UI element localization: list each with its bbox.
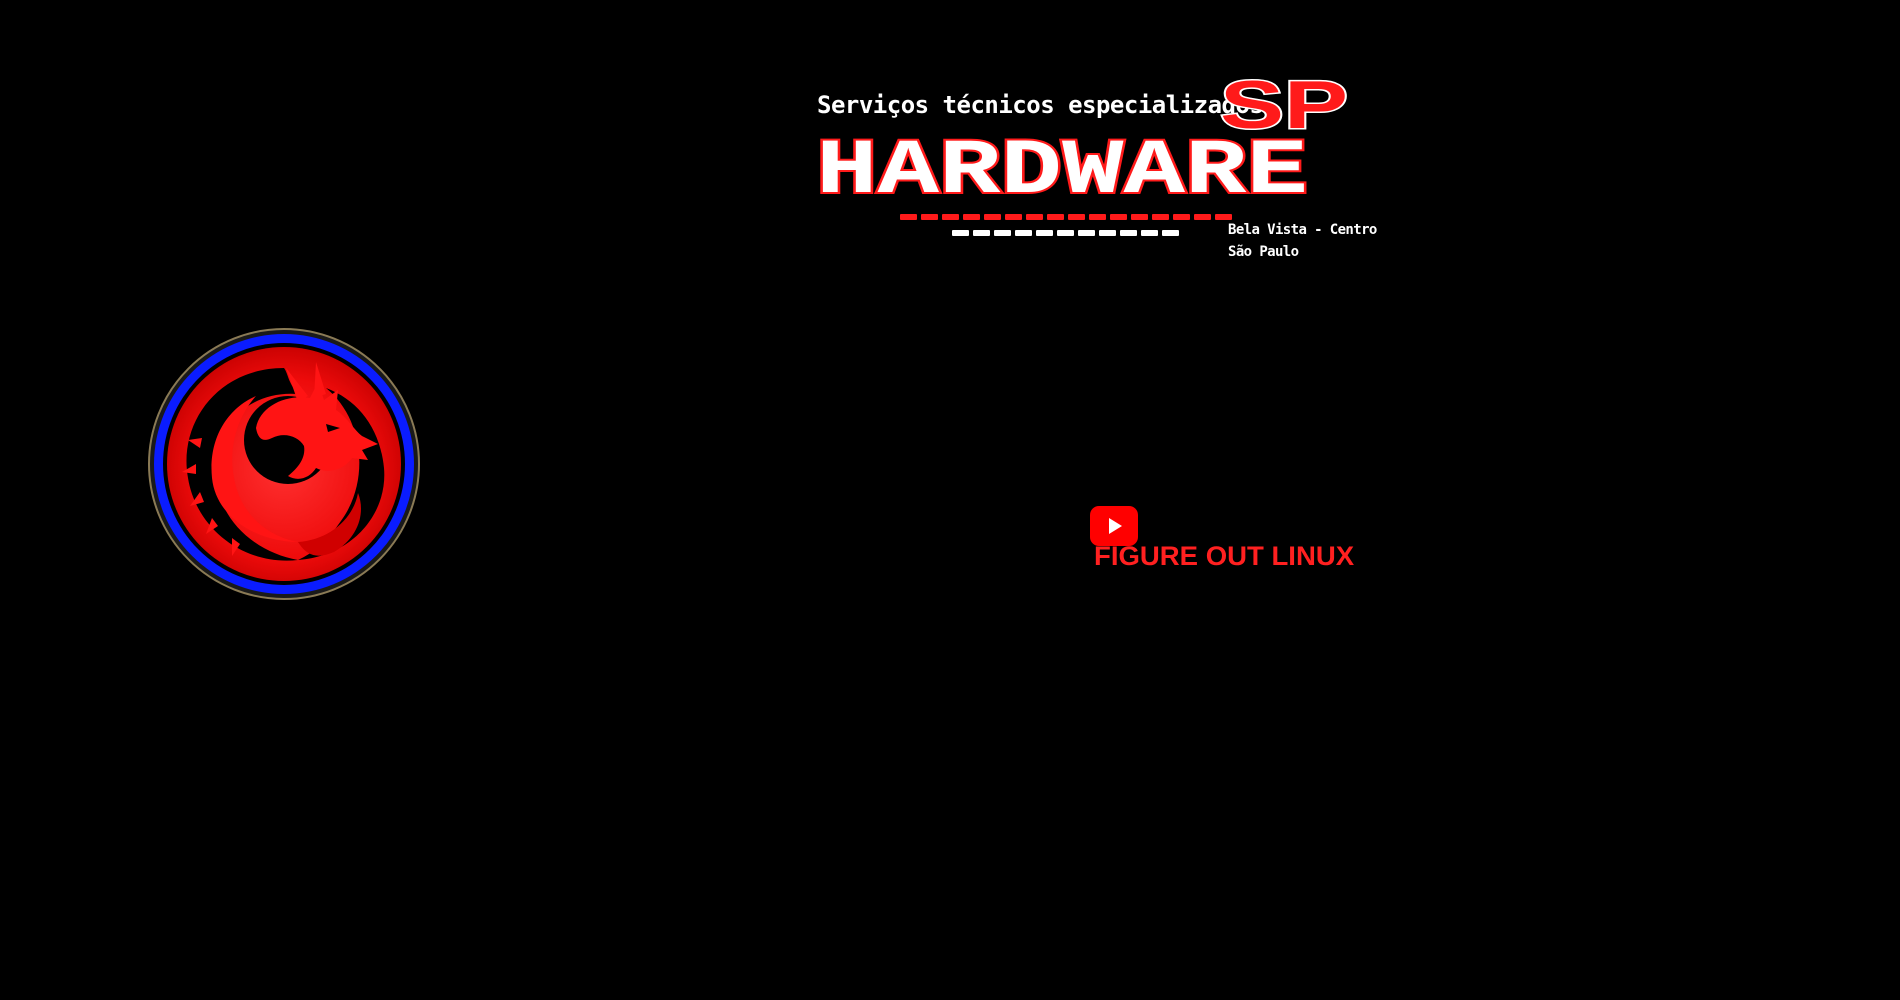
channel-name: FIGURE OUT LINUX xyxy=(1094,541,1355,571)
header-banner: Serviços técnicos especializados SP HARD… xyxy=(808,66,1377,276)
location-text: Bela Vista - Centro São Paulo xyxy=(1228,219,1377,263)
tagline: Serviços técnicos especializados xyxy=(817,91,1264,119)
white-dash-row xyxy=(952,230,1179,236)
decorative-dashes xyxy=(900,214,1232,240)
youtube-channel-link[interactable]: FIGURE OUT LINUX xyxy=(1090,502,1354,572)
sp-badge: SP xyxy=(1219,66,1350,145)
red-dash-row xyxy=(900,214,1232,220)
brand-wordmark-text: HARDWARE xyxy=(816,128,1308,216)
youtube-play-icon xyxy=(1090,506,1138,546)
dragon-icon xyxy=(148,328,420,600)
location-line-1: Bela Vista - Centro xyxy=(1228,222,1377,238)
brand-wordmark: HARDWARE xyxy=(814,126,1310,218)
location-line-2: São Paulo xyxy=(1228,244,1299,260)
